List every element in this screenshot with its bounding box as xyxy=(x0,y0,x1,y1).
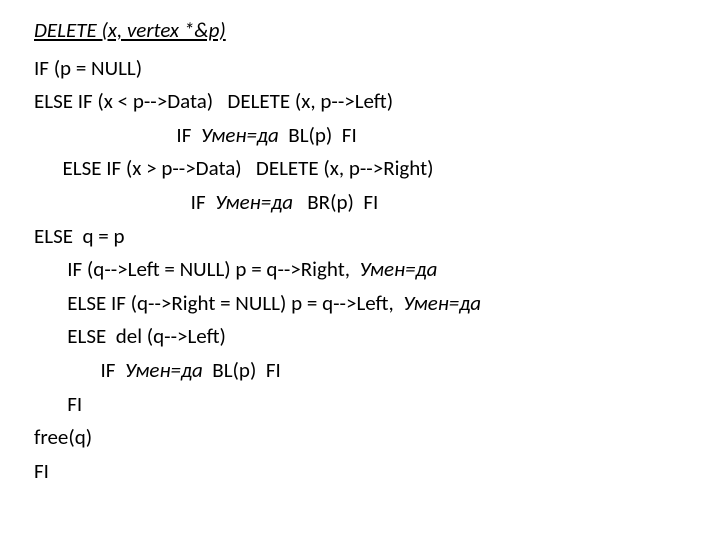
code-text: ELSE IF (x < p-->Data) DELETE (x, p-->Le… xyxy=(34,88,393,114)
code-line: ELSE IF (x > p-->Data) DELETE (x, p-->Ri… xyxy=(34,152,686,186)
code-line: IF Умен=да BL(p) FI xyxy=(34,119,686,153)
code-italic: Умен=да xyxy=(125,357,203,383)
code-line: IF Умен=да BL(p) FI xyxy=(34,354,686,388)
code-text: IF xyxy=(34,357,125,383)
code-italic: Умен=да xyxy=(201,122,279,148)
code-text: BL(p) FI xyxy=(279,122,357,148)
code-text: ELSE IF (q-->Right = NULL) p = q-->Left, xyxy=(34,290,403,316)
code-line: IF (q-->Left = NULL) p = q-->Right, Умен… xyxy=(34,253,686,287)
code-text: IF (q-->Left = NULL) p = q-->Right, xyxy=(34,256,359,282)
code-italic: Умен=да xyxy=(403,290,481,316)
code-text: IF (p = NULL) xyxy=(34,55,142,81)
algorithm-title: DELETE (x, vertex *&p) xyxy=(34,14,686,48)
code-italic: Умен=да xyxy=(215,189,293,215)
code-text: free(q) xyxy=(34,424,92,450)
code-line: ELSE IF (q-->Right = NULL) p = q-->Left,… xyxy=(34,287,686,321)
code-line: ELSE q = p xyxy=(34,220,686,254)
code-line: ELSE IF (x < p-->Data) DELETE (x, p-->Le… xyxy=(34,85,686,119)
code-line: ELSE del (q-->Left) xyxy=(34,320,686,354)
code-text: BL(p) FI xyxy=(203,357,281,383)
code-line: FI xyxy=(34,388,686,422)
code-text: FI xyxy=(34,391,82,417)
code-text: ELSE del (q-->Left) xyxy=(34,323,226,349)
code-text: IF xyxy=(34,122,201,148)
code-text: ELSE IF (x > p-->Data) DELETE (x, p-->Ri… xyxy=(34,155,434,181)
code-line: FI xyxy=(34,455,686,489)
document-page: DELETE (x, vertex *&p) IF (p = NULL) ELS… xyxy=(0,0,720,502)
code-text: BR(p) FI xyxy=(293,189,378,215)
code-text: IF xyxy=(34,189,215,215)
code-line: free(q) xyxy=(34,421,686,455)
code-text: FI xyxy=(34,458,49,484)
code-italic: Умен=да xyxy=(359,256,437,282)
code-line: IF (p = NULL) xyxy=(34,52,686,86)
code-line: IF Умен=да BR(p) FI xyxy=(34,186,686,220)
code-text: ELSE q = p xyxy=(34,223,125,249)
